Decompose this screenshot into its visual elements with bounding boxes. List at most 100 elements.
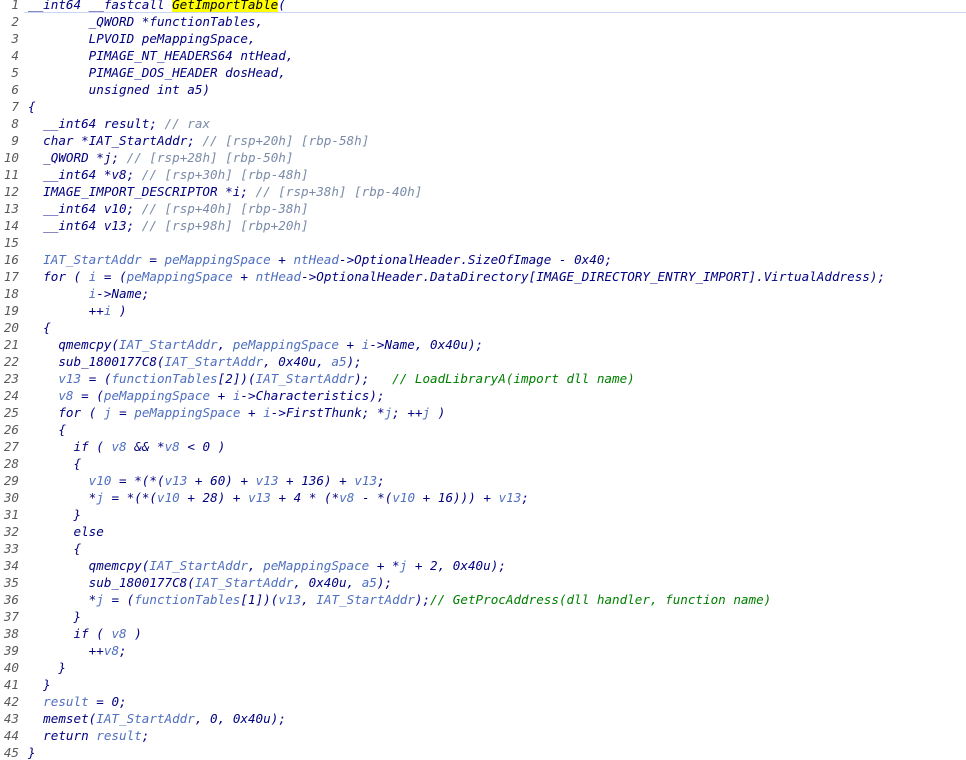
code-line[interactable]: 39 ++v8; xyxy=(0,642,966,659)
code-text[interactable]: PIMAGE_NT_HEADERS64 ntHead, xyxy=(28,47,294,64)
code-line[interactable]: 7{ xyxy=(0,98,966,115)
code-text[interactable]: v10 = *(*(v13 + 60) + v13 + 136) + v13; xyxy=(28,472,385,489)
code-text[interactable]: result = 0; xyxy=(28,693,126,710)
code-line[interactable]: 21 qmemcpy(IAT_StartAddr, peMappingSpace… xyxy=(0,336,966,353)
line-number: 8 xyxy=(11,116,19,131)
code-line[interactable]: 30 *j = *(*(v10 + 28) + v13 + 4 * (*v8 -… xyxy=(0,489,966,506)
code-line[interactable]: 25 for ( j = peMappingSpace + i->FirstTh… xyxy=(0,404,966,421)
code-line[interactable]: 3 LPVOID peMappingSpace, xyxy=(0,30,966,47)
code-line[interactable]: 36 *j = (functionTables[1])(v13, IAT_Sta… xyxy=(0,591,966,608)
code-line[interactable]: 11 __int64 *v8; // [rsp+30h] [rbp-48h] xyxy=(0,166,966,183)
code-line[interactable]: 10 _QWORD *j; // [rsp+28h] [rbp-50h] xyxy=(0,149,966,166)
code-line[interactable]: 9 char *IAT_StartAddr; // [rsp+20h] [rbp… xyxy=(0,132,966,149)
code-text[interactable]: { xyxy=(28,421,66,438)
code-line[interactable]: 23 v13 = (functionTables[2])(IAT_StartAd… xyxy=(0,370,966,387)
code-line[interactable]: 1 __int64 __fastcall GetImportTable( xyxy=(0,0,966,13)
code-text[interactable]: if ( v8 && *v8 < 0 ) xyxy=(28,438,226,455)
code-text[interactable]: { xyxy=(28,455,82,472)
code-text[interactable]: return result; xyxy=(28,727,149,744)
code-text[interactable]: sub_1800177C8(IAT_StartAddr, 0x40u, a5); xyxy=(28,353,361,370)
code-text[interactable]: ++i ) xyxy=(28,302,127,319)
code-text[interactable]: sub_1800177C8(IAT_StartAddr, 0x40u, a5); xyxy=(28,574,392,591)
code-line[interactable]: 22 sub_1800177C8(IAT_StartAddr, 0x40u, a… xyxy=(0,353,966,370)
code-line[interactable]: 35 sub_1800177C8(IAT_StartAddr, 0x40u, a… xyxy=(0,574,966,591)
code-line[interactable]: 18 i->Name; xyxy=(0,285,966,302)
code-text[interactable]: __int64 v13; // [rsp+98h] [rbp+20h] xyxy=(28,217,308,234)
code-text[interactable]: memset(IAT_StartAddr, 0, 0x40u); xyxy=(28,710,286,727)
code-text[interactable]: char *IAT_StartAddr; // [rsp+20h] [rbp-5… xyxy=(28,132,369,149)
code-line[interactable]: 29 v10 = *(*(v13 + 60) + v13 + 136) + v1… xyxy=(0,472,966,489)
code-line[interactable]: 15 xyxy=(0,234,966,251)
code-text[interactable]: for ( j = peMappingSpace + i->FirstThunk… xyxy=(28,404,445,421)
code-line[interactable]: 45} xyxy=(0,744,966,760)
code-line[interactable]: 2 _QWORD *functionTables, xyxy=(0,13,966,30)
code-text[interactable]: { xyxy=(28,98,36,115)
code-text[interactable]: __int64 *v8; // [rsp+30h] [rbp-48h] xyxy=(28,166,308,183)
pseudocode-view[interactable]: 1 __int64 __fastcall GetImportTable(2 _QW… xyxy=(0,0,966,760)
code-text[interactable]: unsigned int a5) xyxy=(28,81,210,98)
code-line[interactable]: 28 { xyxy=(0,455,966,472)
line-number: 39 xyxy=(3,643,19,658)
code-text[interactable]: __int64 v10; // [rsp+40h] [rbp-38h] xyxy=(28,200,308,217)
code-text[interactable]: LPVOID peMappingSpace, xyxy=(28,30,256,47)
code-text[interactable]: qmemcpy(IAT_StartAddr, peMappingSpace + … xyxy=(28,336,483,353)
code-text[interactable]: IAT_StartAddr = peMappingSpace + ntHead-… xyxy=(28,251,612,268)
code-line[interactable]: 27 if ( v8 && *v8 < 0 ) xyxy=(0,438,966,455)
line-number: 44 xyxy=(3,728,19,743)
line-number: 9 xyxy=(11,133,19,148)
code-text[interactable]: i->Name; xyxy=(28,285,150,302)
code-text[interactable]: _QWORD *j; // [rsp+28h] [rbp-50h] xyxy=(28,149,293,166)
code-text[interactable]: else xyxy=(28,523,104,540)
line-number: 43 xyxy=(3,711,19,726)
code-line[interactable]: 42 result = 0; xyxy=(0,693,966,710)
code-text[interactable]: PIMAGE_DOS_HEADER dosHead, xyxy=(28,64,286,81)
code-text[interactable]: } xyxy=(28,659,66,676)
code-line[interactable]: 20 { xyxy=(0,319,966,336)
code-line[interactable]: 32 else xyxy=(0,523,966,540)
code-line[interactable]: 16 IAT_StartAddr = peMappingSpace + ntHe… xyxy=(0,251,966,268)
code-line[interactable]: 17 for ( i = (peMappingSpace + ntHead->O… xyxy=(0,268,966,285)
code-line[interactable]: 38 if ( v8 ) xyxy=(0,625,966,642)
code-text[interactable]: *j = *(*(v10 + 28) + v13 + 4 * (*v8 - *(… xyxy=(28,489,529,506)
code-line[interactable]: 37 } xyxy=(0,608,966,625)
code-text[interactable]: { xyxy=(28,540,82,557)
code-line[interactable]: 31 } xyxy=(0,506,966,523)
code-text[interactable]: for ( i = (peMappingSpace + ntHead->Opti… xyxy=(28,268,885,285)
code-text[interactable]: v8 = (peMappingSpace + i->Characteristic… xyxy=(28,387,384,404)
code-text[interactable]: qmemcpy(IAT_StartAddr, peMappingSpace + … xyxy=(28,557,506,574)
code-line[interactable]: 41 } xyxy=(0,676,966,693)
code-text[interactable]: ++v8; xyxy=(28,642,127,659)
code-text[interactable]: if ( v8 ) xyxy=(28,625,142,642)
code-text[interactable]: } xyxy=(28,506,82,523)
code-line[interactable]: 43 memset(IAT_StartAddr, 0, 0x40u); xyxy=(0,710,966,727)
code-text[interactable]: *j = (functionTables[1])(v13, IAT_StartA… xyxy=(28,591,772,608)
code-line[interactable]: 33 { xyxy=(0,540,966,557)
line-number: 12 xyxy=(3,184,19,199)
code-line[interactable]: 12 IMAGE_IMPORT_DESCRIPTOR *i; // [rsp+3… xyxy=(0,183,966,200)
code-text[interactable]: } xyxy=(28,608,82,625)
code-text[interactable]: v13 = (functionTables[2])(IAT_StartAddr)… xyxy=(28,370,634,387)
code-line[interactable]: 14 __int64 v13; // [rsp+98h] [rbp+20h] xyxy=(0,217,966,234)
code-text[interactable]: _QWORD *functionTables, xyxy=(28,13,263,30)
line-number: 36 xyxy=(3,592,19,607)
line-number: 20 xyxy=(3,320,19,335)
code-line[interactable]: 24 v8 = (peMappingSpace + i->Characteris… xyxy=(0,387,966,404)
code-text[interactable]: __int64 __fastcall GetImportTable( xyxy=(28,0,286,13)
code-text[interactable]: } xyxy=(28,676,51,693)
code-line[interactable]: 8 __int64 result; // rax xyxy=(0,115,966,132)
code-text[interactable]: { xyxy=(28,319,51,336)
code-line[interactable]: 4 PIMAGE_NT_HEADERS64 ntHead, xyxy=(0,47,966,64)
code-line[interactable]: 19 ++i ) xyxy=(0,302,966,319)
code-line[interactable]: 34 qmemcpy(IAT_StartAddr, peMappingSpace… xyxy=(0,557,966,574)
code-text[interactable]: } xyxy=(28,744,36,760)
code-text[interactable]: __int64 result; // rax xyxy=(28,115,210,132)
code-line[interactable]: 6 unsigned int a5) xyxy=(0,81,966,98)
code-line[interactable]: 44 return result; xyxy=(0,727,966,744)
code-line[interactable]: 13 __int64 v10; // [rsp+40h] [rbp-38h] xyxy=(0,200,966,217)
line-number: 18 xyxy=(3,286,19,301)
line-number: 25 xyxy=(3,405,19,420)
code-line[interactable]: 40 } xyxy=(0,659,966,676)
code-line[interactable]: 5 PIMAGE_DOS_HEADER dosHead, xyxy=(0,64,966,81)
code-text[interactable]: IMAGE_IMPORT_DESCRIPTOR *i; // [rsp+38h]… xyxy=(28,183,422,200)
code-line[interactable]: 26 { xyxy=(0,421,966,438)
